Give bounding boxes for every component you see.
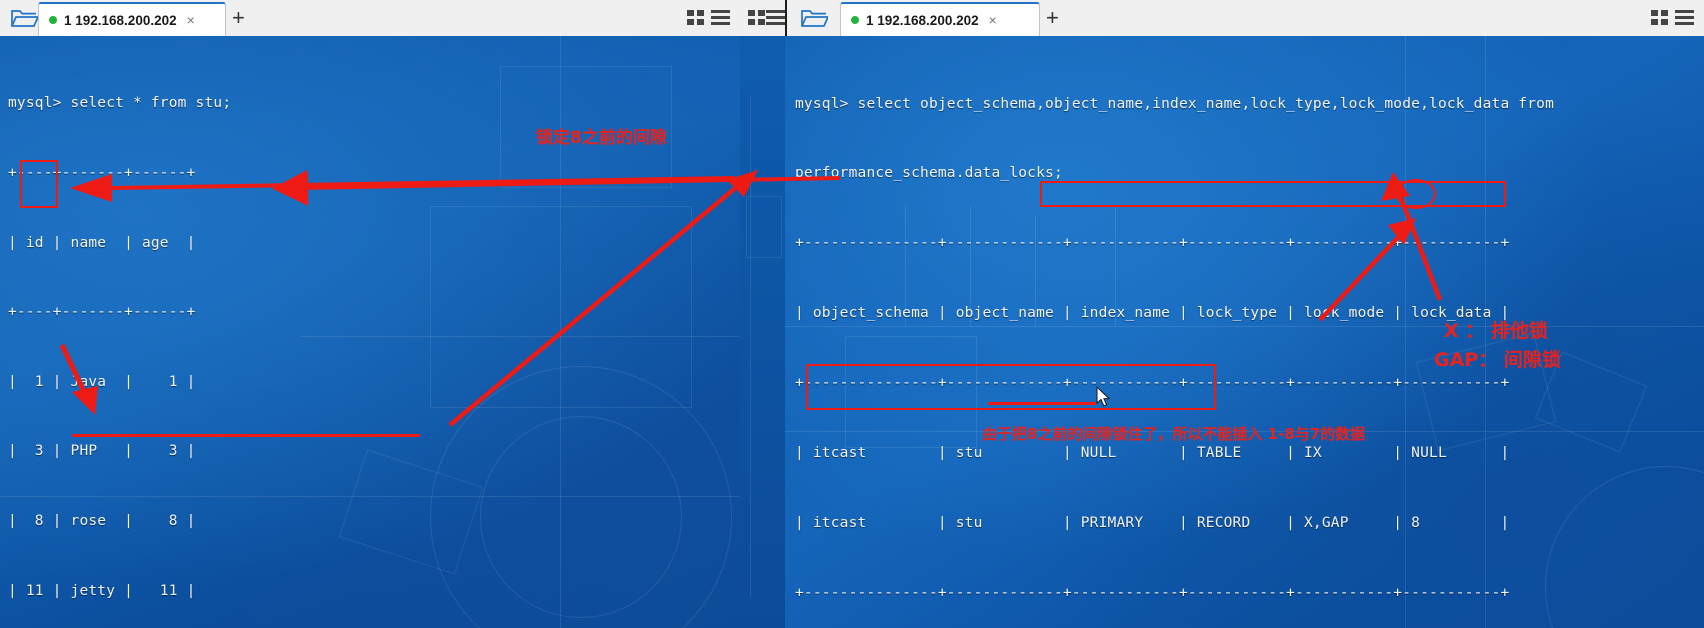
tab-label: 1 192.168.200.202	[866, 12, 979, 28]
tab-bar-right: 1 192.168.200.202 × +	[740, 0, 1704, 37]
console-line: +---------------+-------------+---------…	[795, 235, 1510, 252]
terminal-window-left: 1 192.168.200.202 × + mysql> select * fr…	[0, 0, 740, 628]
console-line: performance_schema.data_locks;	[795, 165, 1063, 182]
console-line: +----+-------+------+	[8, 165, 196, 181]
new-tab-button[interactable]: +	[232, 7, 245, 29]
folder-open-icon[interactable]	[10, 7, 38, 29]
pane-divider	[785, 0, 787, 36]
grid-view-icon[interactable]	[748, 10, 765, 25]
grid-view-icon[interactable]	[1651, 10, 1668, 25]
connection-status-dot	[49, 16, 57, 24]
grid-view-icon[interactable]	[687, 10, 704, 25]
tab-label: 1 192.168.200.202	[64, 12, 177, 28]
terminal-body-right[interactable]: mysql> select object_schema,object_name,…	[785, 36, 1704, 628]
window-side-strip	[740, 36, 785, 628]
console-line: | 8 | rose | 8 |	[8, 512, 196, 529]
terminal-body-left[interactable]: mysql> select * from stu; +----+-------+…	[0, 36, 740, 628]
console-line: | 11 | jetty | 11 |	[8, 582, 196, 599]
console-output-left: mysql> select * from stu; +----+-------+…	[0, 36, 740, 628]
screen: 1 192.168.200.202 × + mysql> select * fr…	[0, 0, 1704, 628]
close-icon[interactable]: ×	[187, 13, 195, 27]
console-line: mysql> select object_schema,object_name,…	[795, 95, 1555, 112]
console-line: | 1 | Java | 1 |	[8, 373, 196, 390]
new-tab-button[interactable]: +	[1046, 7, 1059, 29]
close-icon[interactable]: ×	[989, 13, 997, 27]
hamburger-menu-icon[interactable]	[766, 10, 785, 25]
console-line: | id | name | age |	[8, 234, 196, 251]
console-line: | itcast | stu | PRIMARY | RECORD | X,GA…	[795, 514, 1510, 531]
console-line: +----+-------+------+	[8, 304, 196, 321]
console-line: +---------------+-------------+---------…	[795, 584, 1510, 601]
tab-bar-left: 1 192.168.200.202 × +	[0, 0, 740, 37]
console-line: | itcast | stu | NULL | TABLE | IX | NUL…	[795, 445, 1510, 462]
console-output-right: mysql> select object_schema,object_name,…	[785, 36, 1704, 628]
terminal-window-right: 1 192.168.200.202 × + mysql> select obje…	[740, 0, 1704, 628]
hamburger-menu-icon[interactable]	[711, 10, 730, 25]
connection-status-dot	[851, 16, 859, 24]
console-line: | object_schema | object_name | index_na…	[795, 305, 1510, 322]
tab-left-session[interactable]: 1 192.168.200.202 ×	[38, 2, 226, 36]
console-line: +---------------+-------------+---------…	[795, 375, 1510, 392]
console-line: mysql> select * from stu;	[8, 95, 232, 112]
console-line: | 3 | PHP | 3 |	[8, 443, 196, 460]
hamburger-menu-icon[interactable]	[1675, 10, 1694, 25]
folder-open-icon[interactable]	[800, 7, 828, 29]
tab-right-session[interactable]: 1 192.168.200.202 ×	[840, 2, 1040, 36]
